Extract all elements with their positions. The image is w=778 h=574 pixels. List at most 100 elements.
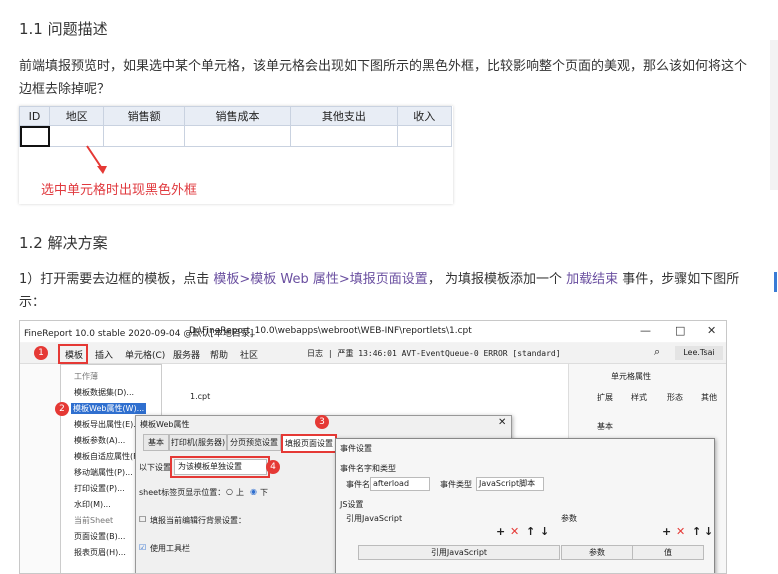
sheet-pos-label: sheet标签页显示位置： <box>139 488 226 497</box>
search-icon[interactable]: ⌕ <box>654 345 660 359</box>
menu-insert[interactable]: 插入 <box>95 348 113 361</box>
figure-note: 选中单元格时出现黑色外框 <box>41 183 198 198</box>
param-up-icon[interactable]: ↑ <box>692 525 701 538</box>
col-header-id: ID <box>18 106 51 126</box>
rpanel-tab-other[interactable]: 其他 <box>701 392 717 403</box>
menu-server[interactable]: 服务器 <box>173 348 200 361</box>
menu-item-params[interactable]: 模板参数(A)... <box>74 435 125 446</box>
param-down-icon[interactable]: ↓ <box>704 525 713 538</box>
js-group-label: JS设置 <box>340 500 364 509</box>
dlg1-setting-label: 以下设置 <box>139 463 171 472</box>
param-add-icon[interactable]: + <box>662 525 671 538</box>
dlg2-title: 事件设置 <box>340 444 372 453</box>
down-icon[interactable]: ↓ <box>540 525 549 538</box>
menu-path-link[interactable]: 模板>模板 Web 属性>填报页面设置 <box>213 272 427 287</box>
selected-cell[interactable] <box>18 125 51 147</box>
js-param-label: 参数 <box>561 514 577 523</box>
menu-item-page-setup[interactable]: 页面设置(B)... <box>74 531 125 542</box>
left-panel <box>20 364 61 573</box>
col-header-cost: 销售成本 <box>183 106 292 126</box>
col-header-income: 收入 <box>396 106 453 126</box>
step-mid: ， 为填报模板添加一个 <box>427 272 567 287</box>
toolbar-label: 使用工具栏 <box>150 544 190 553</box>
highlight-menu-template <box>58 344 88 364</box>
toolbar-checkbox-icon[interactable]: ☑ <box>139 543 146 552</box>
up-icon[interactable]: ↑ <box>526 525 535 538</box>
event-name-label: 事件名 <box>346 480 370 489</box>
step-badge-3: 3 <box>315 415 329 429</box>
problem-paragraph: 前端填报预览时，如果选中某个单元格，该单元格会出现如下图所示的黑色外框，比较影响… <box>19 59 748 97</box>
user-badge[interactable]: Lee.Tsai <box>675 346 723 360</box>
close-icon[interactable]: ✕ <box>707 324 716 337</box>
arrow-icon <box>86 145 107 174</box>
highlight-select <box>170 456 270 478</box>
js-ref-header: 引用JavaScript <box>358 545 560 560</box>
right-scroll-track <box>770 40 778 190</box>
tab-basic[interactable]: 基本 <box>143 434 169 451</box>
add-icon[interactable]: + <box>496 525 505 538</box>
tab-page-preview[interactable]: 分页预览设置 <box>227 434 281 451</box>
delete-icon[interactable]: ✕ <box>510 525 519 538</box>
radio-up-icon[interactable]: ○ <box>226 487 233 496</box>
cell-border-figure: ID 地区 销售额 销售成本 其他支出 收入 选中单元格时出现黑色外框 <box>18 106 453 204</box>
menu-item-print[interactable]: 打印设置(P)... <box>74 483 125 494</box>
toc-indicator <box>774 272 777 292</box>
file-path: D:\FineReport_10.0\webapps\webroot\WEB-I… <box>189 326 472 336</box>
window-titlebar: FineReport 10.0 stable 2020-09-04 @默认[本地… <box>20 321 726 342</box>
col-header-other: 其他支出 <box>290 106 398 126</box>
load-end-link[interactable]: 加载结束 <box>566 272 618 287</box>
menu-group-workbook: 工作薄 <box>74 372 98 381</box>
col-header-sales: 销售额 <box>103 106 185 126</box>
rpanel-tab-expand[interactable]: 扩展 <box>597 392 613 403</box>
radio-down-icon[interactable]: ◉ <box>250 487 257 496</box>
menu-item-watermark[interactable]: 水印(M)... <box>74 499 111 510</box>
tab-printer[interactable]: 打印机(服务器) <box>169 434 227 451</box>
menu-item-web-attr[interactable]: 模板Web属性(W)... <box>71 403 147 414</box>
menu-help[interactable]: 帮助 <box>210 348 228 361</box>
radio-down-label: 下 <box>260 488 268 497</box>
menu-item-mobile[interactable]: 移动端属性(P)... <box>74 467 133 478</box>
step-prefix: 1）打开需要去边框的模板，点击 <box>19 272 214 287</box>
dlg1-title: 模板Web属性 <box>140 420 190 429</box>
param-header: 参数 <box>561 545 633 560</box>
menu-bar: 模板 插入 单元格(C) 服务器 帮助 社区 日志 | 严重 13:46:01 … <box>20 343 726 364</box>
tab-fill-page[interactable]: 填报页面设置 <box>281 434 337 453</box>
dlg1-close-icon[interactable]: ✕ <box>498 417 506 428</box>
rpanel-tab-style[interactable]: 样式 <box>631 392 647 403</box>
minimize-icon[interactable]: — <box>640 324 651 337</box>
param-delete-icon[interactable]: ✕ <box>676 525 685 538</box>
radio-up-label: 上 <box>236 488 244 497</box>
table-cell[interactable] <box>290 125 398 147</box>
event-group-label: 事件名字和类型 <box>340 464 396 473</box>
col-header-region: 地区 <box>49 106 105 126</box>
value-header: 值 <box>632 545 704 560</box>
menu-cell[interactable]: 单元格(C) <box>125 348 165 361</box>
step-badge-2: 2 <box>55 402 69 416</box>
js-ref-label: 引用JavaScript <box>346 514 403 523</box>
menu-community[interactable]: 社区 <box>240 348 258 361</box>
menu-item-export[interactable]: 模板导出属性(E)... <box>74 419 141 430</box>
step-badge-1: 1 <box>34 346 48 360</box>
section-heading-1: 1.1 问题描述 <box>19 20 108 38</box>
designer-screenshot: FineReport 10.0 stable 2020-09-04 @默认[本地… <box>19 320 727 574</box>
maximize-icon[interactable]: □ <box>675 324 685 337</box>
table-cell[interactable] <box>396 125 453 147</box>
demo-table: ID 地区 销售额 销售成本 其他支出 收入 <box>18 106 453 147</box>
log-status: 日志 | 严重 13:46:01 AVT-EventQueue-0 ERROR … <box>307 349 561 358</box>
rpanel-basic: 基本 <box>597 422 613 431</box>
menu-group-sheet: 当前Sheet <box>74 516 114 525</box>
bg-setting-label: 填报当前编辑行背景设置： <box>150 516 246 525</box>
file-tab[interactable]: 1.cpt <box>190 392 210 401</box>
event-name-input[interactable]: afterload <box>370 477 430 491</box>
event-type-label: 事件类型 <box>440 480 472 489</box>
table-cell[interactable] <box>183 125 292 147</box>
section-heading-2: 1.2 解决方案 <box>19 234 108 252</box>
checkbox-icon[interactable]: ☐ <box>139 515 146 524</box>
menu-item-header[interactable]: 报表页眉(H)... <box>74 547 126 558</box>
solution-paragraph: 1）打开需要去边框的模板，点击 模板>模板 Web 属性>填报页面设置， 为填报… <box>19 268 754 314</box>
event-type-select[interactable]: JavaScript脚本 <box>476 477 544 491</box>
rpanel-tab-form[interactable]: 形态 <box>667 392 683 403</box>
step-badge-4: 4 <box>266 460 280 474</box>
rpanel-title: 单元格属性 <box>611 372 651 381</box>
menu-item-dataset[interactable]: 模板数据集(D)... <box>74 387 134 398</box>
